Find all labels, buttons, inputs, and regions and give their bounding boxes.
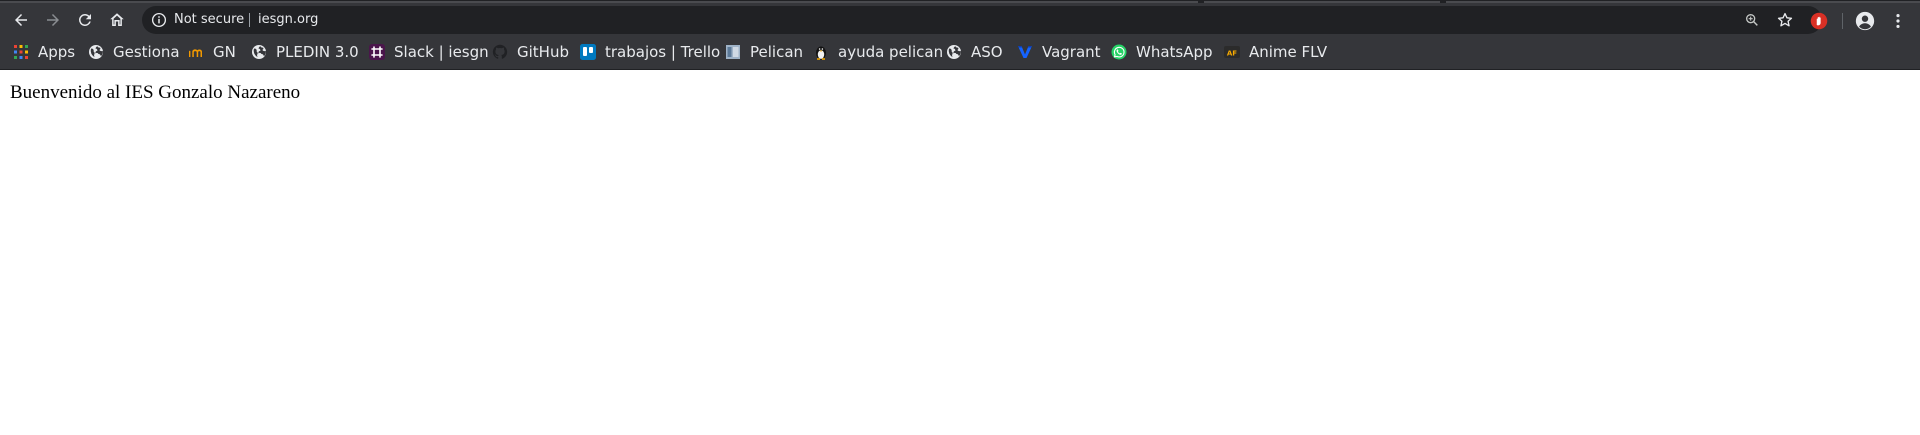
bookmark-label: Vagrant — [1042, 43, 1101, 61]
apps-grid-icon — [13, 44, 29, 60]
reload-button[interactable] — [73, 8, 97, 32]
forward-button[interactable] — [41, 8, 65, 32]
bookmark-label: Slack | iesgn — [394, 43, 489, 61]
bookmark-label: Anime FLV — [1249, 43, 1328, 61]
bookmark-label: PLEDIN 3.0 — [276, 43, 359, 61]
page-content: Buenvenido al IES Gonzalo Nazareno — [0, 70, 1920, 435]
globe-icon — [88, 44, 104, 60]
bookmark-label: GitHub — [517, 43, 569, 61]
address-bar-divider — [249, 13, 250, 27]
browser-toolbar: Not secure iesgn.org — [0, 0, 1920, 34]
url-text[interactable]: iesgn.org — [258, 12, 318, 27]
whatsapp-icon — [1111, 44, 1127, 60]
address-bar[interactable]: Not secure iesgn.org — [142, 6, 1822, 34]
bookmark-label: ASO — [971, 43, 1003, 61]
bookmark-label: Gestiona — [113, 43, 180, 61]
bookmark-apps[interactable]: Apps — [13, 42, 75, 62]
back-button[interactable] — [9, 8, 33, 32]
tab-edge-segment — [1204, 1, 1440, 3]
gn-logo-icon — [188, 44, 204, 60]
home-icon — [110, 13, 124, 26]
github-icon — [492, 44, 508, 60]
bookmark-aso[interactable]: ASO — [946, 42, 1003, 62]
reload-icon — [78, 13, 91, 26]
svg-text:AF: AF — [1227, 50, 1237, 58]
back-arrow-icon — [15, 14, 27, 26]
bookmark-label: WhatsApp — [1136, 43, 1213, 61]
profile-icon[interactable] — [1854, 10, 1876, 32]
bookmark-label: ayuda pelican — [838, 43, 944, 61]
document-icon — [725, 44, 741, 60]
page-heading: Buenvenido al IES Gonzalo Nazareno — [10, 82, 301, 103]
home-button[interactable] — [105, 8, 129, 32]
kebab-menu-icon[interactable] — [1888, 11, 1908, 31]
globe-icon — [946, 44, 962, 60]
bookmark-pledin[interactable]: PLEDIN 3.0 — [251, 42, 359, 62]
bookmarks-bar: Apps Gestiona GN PLEDIN 3.0 Slack | iesg… — [0, 34, 1920, 70]
extension-hand-icon[interactable] — [1810, 12, 1828, 30]
bookmark-label: trabajos | Trello — [605, 43, 721, 61]
security-label[interactable]: Not secure — [174, 12, 244, 27]
bookmark-vagrant[interactable]: Vagrant — [1017, 42, 1101, 62]
bookmark-slack[interactable]: Slack | iesgn — [369, 42, 489, 62]
tab-edge-segment — [0, 1, 1198, 3]
star-icon[interactable] — [1776, 11, 1794, 29]
info-icon[interactable] — [150, 11, 168, 29]
tab-edge-segment — [1446, 1, 1920, 3]
tab-strip-edge — [0, 1, 1920, 3]
bookmark-github[interactable]: GitHub — [492, 42, 569, 62]
bookmark-trello[interactable]: trabajos | Trello — [580, 42, 720, 62]
globe-icon — [251, 44, 267, 60]
bookmark-whatsapp[interactable]: WhatsApp — [1111, 42, 1213, 62]
bookmark-ayuda-pelican[interactable]: ayuda pelican — [813, 42, 943, 62]
toolbar-divider — [1842, 13, 1843, 29]
bookmark-label: GN — [213, 43, 236, 61]
bookmark-label: Apps — [38, 43, 76, 61]
trello-icon — [580, 44, 596, 60]
forward-arrow-icon — [47, 14, 59, 26]
bookmark-label: Pelican — [750, 43, 804, 61]
bookmark-pelican[interactable]: Pelican — [725, 42, 803, 62]
animeflv-icon: AF — [1224, 44, 1240, 60]
zoom-icon[interactable] — [1744, 12, 1760, 28]
bookmark-gestiona[interactable]: Gestiona — [88, 42, 180, 62]
vagrant-icon — [1017, 44, 1033, 60]
bookmark-gn[interactable]: GN — [188, 42, 236, 62]
penguin-icon — [813, 44, 829, 60]
slack-icon — [369, 44, 385, 60]
bookmark-anime-flv[interactable]: AF Anime FLV — [1224, 42, 1327, 62]
